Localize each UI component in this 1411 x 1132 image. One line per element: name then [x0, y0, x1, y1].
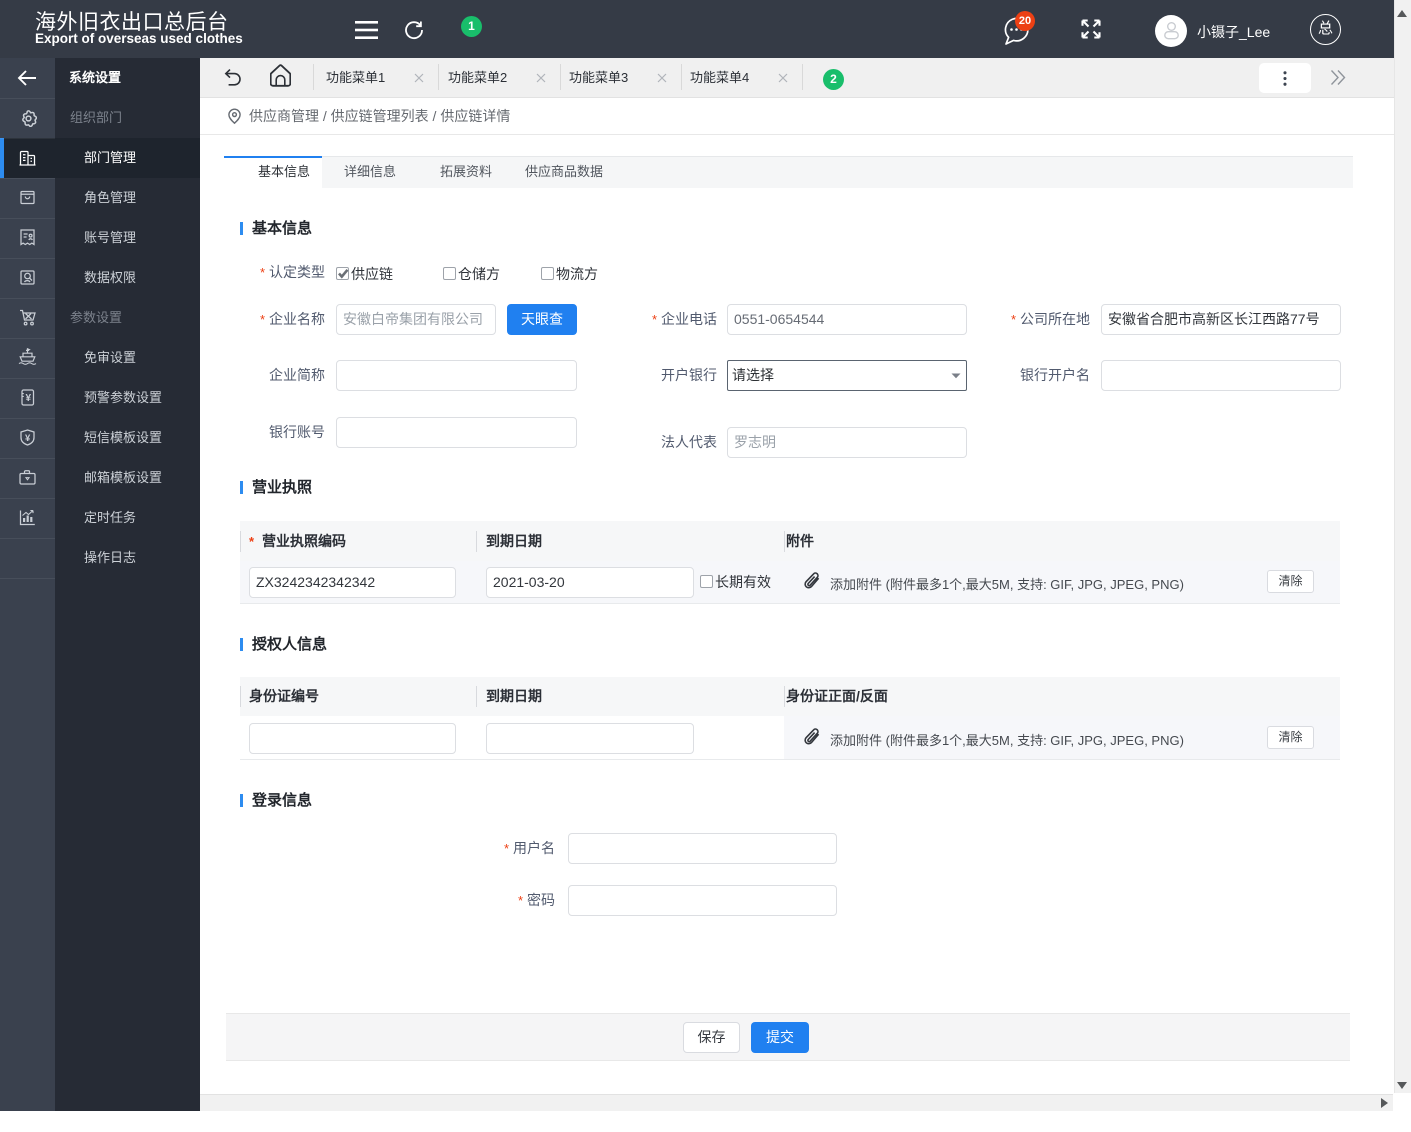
svg-text:¥: ¥ [26, 393, 32, 404]
svg-text:¥: ¥ [25, 433, 31, 444]
